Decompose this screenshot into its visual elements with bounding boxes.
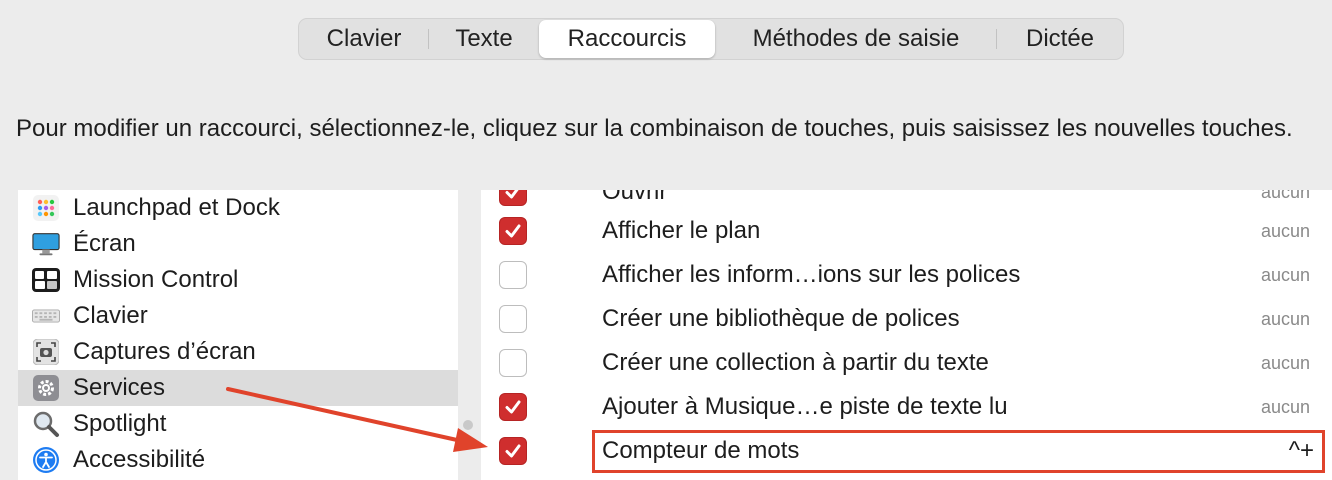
tab-clavier[interactable]: Clavier	[299, 19, 429, 59]
shortcut-title: Créer une collection à partir du texte	[602, 349, 989, 376]
category-accessibilite[interactable]: Accessibilité	[18, 442, 458, 478]
shortcut-title: Ouvrir	[602, 190, 668, 205]
mission-control-icon	[32, 267, 60, 293]
shortcut-checkbox[interactable]	[499, 349, 527, 377]
shortcut-row[interactable]: Afficher les inform…ions sur les polices…	[481, 253, 1332, 297]
shortcut-key[interactable]: aucun	[1261, 395, 1310, 419]
checkmark-icon	[505, 400, 521, 414]
shortcut-checkbox[interactable]	[499, 261, 527, 289]
category-services[interactable]: Services	[18, 370, 458, 406]
shortcut-checkbox[interactable]	[499, 437, 527, 465]
category-ecran[interactable]: Écran	[18, 226, 458, 262]
annotation-highlight-box	[592, 430, 1325, 473]
category-label: Accessibilité	[73, 446, 206, 473]
shortcut-checkbox[interactable]	[499, 217, 527, 245]
shortcut-key[interactable]: aucun	[1261, 219, 1310, 243]
category-label: Mission Control	[73, 266, 239, 293]
checkmark-icon	[505, 224, 521, 238]
shortcut-title: Afficher le plan	[602, 217, 761, 244]
launchpad-icon	[32, 195, 60, 221]
shortcut-checkbox[interactable]	[499, 305, 527, 333]
shortcut-row[interactable]: Créer une collection à partir du texte a…	[481, 341, 1332, 385]
shortcut-row[interactable]: Créer une bibliothèque de polices aucun	[481, 297, 1332, 341]
shortcut-title: Afficher les inform…ions sur les polices	[602, 261, 1021, 288]
scrollbar-thumb[interactable]	[463, 420, 473, 430]
display-icon	[32, 231, 60, 257]
category-label: Captures d’écran	[73, 338, 256, 365]
shortcut-checkbox[interactable]	[499, 393, 527, 421]
gear-icon	[32, 375, 60, 401]
keyboard-icon	[32, 303, 60, 329]
shortcut-key[interactable]: aucun	[1261, 307, 1310, 331]
category-clavier[interactable]: Clavier	[18, 298, 458, 334]
category-label: Écran	[73, 230, 136, 257]
shortcut-title: Créer une bibliothèque de polices	[602, 305, 960, 332]
shortcut-row[interactable]: Afficher le plan aucun	[481, 209, 1332, 253]
shortcut-key[interactable]: aucun	[1261, 263, 1310, 287]
shortcut-checkbox[interactable]	[499, 190, 527, 206]
instructions-text: Pour modifier un raccourci, sélectionnez…	[16, 115, 1293, 142]
tab-raccourcis[interactable]: Raccourcis	[539, 20, 715, 58]
screenshot-icon	[32, 339, 60, 365]
category-spotlight[interactable]: Spotlight	[18, 406, 458, 442]
shortcut-row[interactable]: Ajouter à Musique…e piste de texte lu au…	[481, 385, 1332, 429]
shortcut-key[interactable]: aucun	[1261, 190, 1310, 204]
category-label: Spotlight	[73, 410, 167, 437]
checkmark-icon	[505, 190, 519, 199]
tab-methodes-de-saisie[interactable]: Méthodes de saisie	[715, 19, 997, 59]
magnifier-icon	[32, 411, 60, 437]
shortcut-key[interactable]: aucun	[1261, 351, 1310, 375]
category-launchpad[interactable]: Launchpad et Dock	[18, 190, 458, 226]
category-label: Launchpad et Dock	[73, 194, 280, 221]
tab-bar: Clavier Texte Raccourcis Méthodes de sai…	[298, 18, 1124, 60]
category-captures-ecran[interactable]: Captures d’écran	[18, 334, 458, 370]
category-mission-control[interactable]: Mission Control	[18, 262, 458, 298]
checkmark-icon	[505, 444, 521, 458]
category-list: Launchpad et Dock Écran Mission Control	[18, 190, 458, 480]
category-label: Clavier	[73, 302, 148, 329]
shortcut-title: Ajouter à Musique…e piste de texte lu	[602, 393, 1008, 420]
accessibility-icon	[32, 447, 60, 473]
tab-dictee[interactable]: Dictée	[997, 19, 1123, 59]
tab-texte[interactable]: Texte	[429, 19, 539, 59]
category-label: Services	[73, 374, 166, 401]
